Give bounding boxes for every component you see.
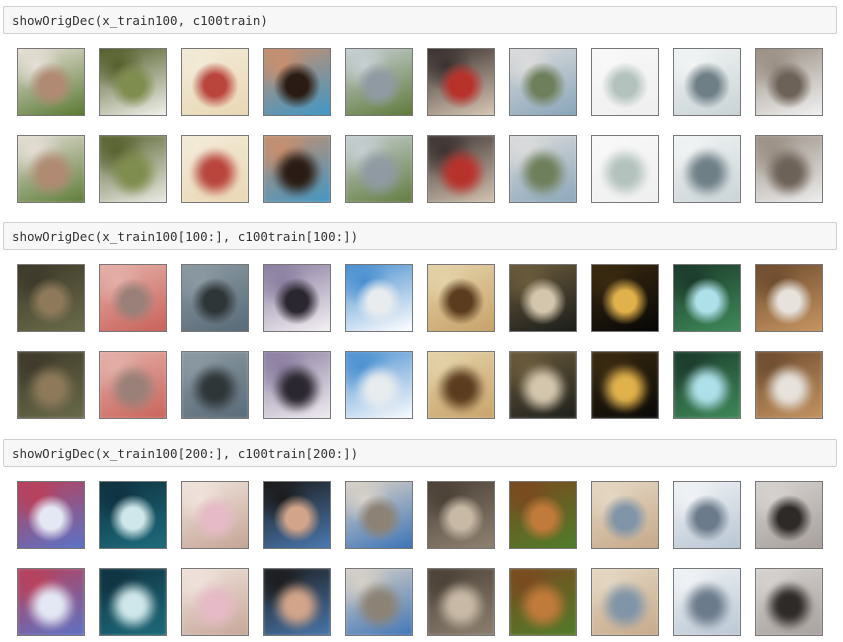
decoded-image-turtle [427,351,495,419]
decoded-image-keyboard [99,351,167,419]
original-image-apple [181,48,249,116]
original-image-turtle [427,264,495,332]
decoded-image-train [509,135,577,203]
original-image-road [755,481,823,549]
notebook-page: { "cells": [ { "code": "showOrigDec(x_tr… [0,0,843,642]
decoded-image-elephant [755,135,823,203]
original-image-wolf [263,264,331,332]
decoded-image-baby [181,568,249,636]
decoded-image-boy [263,135,331,203]
decoded-image-wolf [263,351,331,419]
original-image-mountain [345,481,413,549]
original-image-train [509,48,577,116]
original-image-streetcar [345,48,413,116]
original-image-sea [673,48,741,116]
decoded-image-rocket [591,351,659,419]
decoded-image-road [755,568,823,636]
decoded-image-table [509,351,577,419]
original-image-mountain [673,481,741,549]
original-image-baby [181,481,249,549]
decoded-image-bowl [181,351,249,419]
decoded-image-mountain [673,568,741,636]
original-image-shark [99,481,167,549]
original-image-cup [591,48,659,116]
decoded-image-forest [673,351,741,419]
decoded-image-clock [345,351,413,419]
decoded-image-lion [509,568,577,636]
decoded-image-man [263,568,331,636]
decoded-image-cup [591,135,659,203]
decoded-image-hamster [427,568,495,636]
original-image-chair [755,264,823,332]
decoded-image-mountain [345,568,413,636]
original-image-hamster [427,481,495,549]
decoded-image-monkey [17,351,85,419]
decoded-image-keyboard [17,568,85,636]
decoded-image-streetcar [345,135,413,203]
output-images [0,0,843,642]
decoded-image-cow [17,135,85,203]
original-image-rocket [591,264,659,332]
original-image-clock [345,264,413,332]
original-image-stegosaurus [99,48,167,116]
original-image-boy [263,48,331,116]
original-image-keyboard [17,481,85,549]
original-image-cow [17,48,85,116]
decoded-image-stegosaurus [99,135,167,203]
original-image-table [509,264,577,332]
original-image-man [263,481,331,549]
original-image-forest [673,264,741,332]
decoded-image-telephone [427,135,495,203]
decoded-image-sea [673,135,741,203]
decoded-image-shark [99,568,167,636]
decoded-image-apple [181,135,249,203]
original-image-lion [509,481,577,549]
original-image-keyboard [99,264,167,332]
original-image-elephant [755,48,823,116]
decoded-image-butterfly [591,568,659,636]
original-image-butterfly [591,481,659,549]
decoded-image-chair [755,351,823,419]
original-image-telephone [427,48,495,116]
original-image-bowl [181,264,249,332]
original-image-monkey [17,264,85,332]
